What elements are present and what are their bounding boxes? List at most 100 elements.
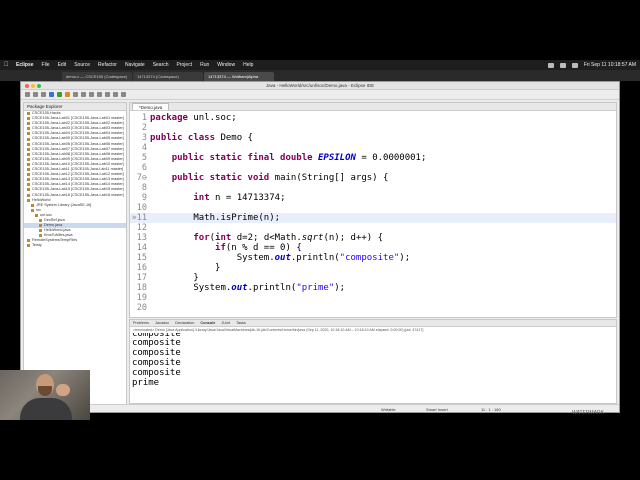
code-line[interactable]: 6 xyxy=(130,163,616,173)
line-number: 2 xyxy=(141,123,147,133)
open-type-icon[interactable] xyxy=(97,92,102,97)
project-icon xyxy=(27,239,30,243)
console-line: composite xyxy=(132,368,181,378)
code-text: Math.isPrime(n); xyxy=(150,213,280,223)
code-line[interactable]: »11 Math.isPrime(n); xyxy=(130,213,616,223)
apple-icon[interactable]:  xyxy=(4,62,10,68)
code-token: System. xyxy=(150,283,232,293)
run-icon[interactable] xyxy=(57,92,62,97)
line-number: 20 xyxy=(136,303,147,313)
tree-item[interactable]: Teisty xyxy=(24,243,126,248)
menu-help[interactable]: Help xyxy=(243,62,253,68)
code-text: if(n % d == 0) { xyxy=(150,243,302,253)
presenter-hand xyxy=(56,384,70,396)
code-line[interactable]: 20 xyxy=(130,303,616,313)
tab-tasks[interactable]: Tasks xyxy=(236,321,246,325)
project-icon xyxy=(27,193,30,197)
code-line[interactable]: 19 xyxy=(130,293,616,303)
code-line[interactable]: 16 } xyxy=(130,263,616,273)
battery-icon[interactable] xyxy=(559,62,566,68)
code-token: if xyxy=(215,243,226,253)
code-line[interactable]: 5 public static final double EPSILON = 0… xyxy=(130,153,616,163)
back-icon[interactable] xyxy=(113,92,118,97)
eclipse-window: Java - HelloWorld/src/unl/soc/Demo.java … xyxy=(20,81,620,413)
clock[interactable]: Fri Sep 11 10:18:57 AM xyxy=(584,62,636,68)
code-text: public static final double EPSILON = 0.0… xyxy=(150,153,427,163)
code-token: EPSILON xyxy=(318,153,356,163)
code-line[interactable]: 3 public class Demo { xyxy=(130,133,616,143)
project-icon xyxy=(27,244,30,248)
code-line[interactable]: 9 int n = 14713374; xyxy=(130,193,616,203)
wifi-icon[interactable] xyxy=(547,62,554,68)
project-icon xyxy=(27,137,30,141)
new-package-icon[interactable] xyxy=(81,92,86,97)
code-editor[interactable]: *Demo.java 1 package unl.soc; 2 3 public cla… xyxy=(129,102,617,318)
code-token: sqrt xyxy=(301,233,324,243)
code-line[interactable]: 12 xyxy=(130,223,616,233)
menu-edit[interactable]: Edit xyxy=(58,62,67,68)
search-icon[interactable] xyxy=(105,92,110,97)
print-icon[interactable] xyxy=(41,92,46,97)
menu-run[interactable]: Run xyxy=(200,62,209,68)
external-tools-icon[interactable] xyxy=(65,92,70,97)
new-class-icon[interactable] xyxy=(89,92,94,97)
editor-tab-demo[interactable]: *Demo.java xyxy=(132,103,170,110)
project-icon xyxy=(27,188,30,192)
code-token: out xyxy=(231,283,248,293)
project-icon xyxy=(27,127,30,131)
debug-icon[interactable] xyxy=(49,92,54,97)
project-icon xyxy=(39,234,42,238)
tab-declaration[interactable]: Declaration xyxy=(175,321,194,325)
line-number: 8 xyxy=(141,183,147,193)
project-icon xyxy=(27,152,30,156)
line-number: 19 xyxy=(136,293,147,303)
search-icon[interactable] xyxy=(571,62,578,68)
bottom-panel: Problems Javadoc Declaration Console JUn… xyxy=(129,319,617,404)
code-line[interactable]: 18 System.out.println("prime"); xyxy=(130,283,616,293)
tab-junit[interactable]: JUnit xyxy=(221,321,230,325)
code-line[interactable]: 2 xyxy=(130,123,616,133)
console-line: composite xyxy=(132,338,181,348)
console-output[interactable]: composite composite composite composite comp… xyxy=(130,333,616,388)
project-icon xyxy=(39,229,42,233)
menu-source[interactable]: Source xyxy=(74,62,90,68)
browser-tab[interactable]: 14713374 (Codespace) xyxy=(133,72,203,81)
code-text: } xyxy=(150,273,198,283)
menu-navigate[interactable]: Navigate xyxy=(125,62,145,68)
menu-file[interactable]: File xyxy=(42,62,50,68)
browser-tab-active[interactable]: 14713374 — Wolfram|Alpha xyxy=(204,72,274,81)
line-number: 10 xyxy=(136,203,147,213)
forward-icon[interactable] xyxy=(121,92,126,97)
new-java-project-icon[interactable] xyxy=(73,92,78,97)
new-icon[interactable] xyxy=(25,92,30,97)
code-line[interactable]: 1 package unl.soc; xyxy=(130,113,616,123)
project-icon xyxy=(27,112,30,116)
menu-search[interactable]: Search xyxy=(153,62,169,68)
menu-refactor[interactable]: Refactor xyxy=(98,62,117,68)
code-line[interactable]: 13 for(int d=2; d<Math.sqrt(n); d++) { xyxy=(130,233,616,243)
code-line[interactable]: 8 xyxy=(130,183,616,193)
code-line[interactable]: 14 if(n % d == 0) { xyxy=(130,243,616,253)
code-line[interactable]: 10 xyxy=(130,203,616,213)
menu-project[interactable]: Project xyxy=(177,62,193,68)
browser-tab[interactable]: demo.c — CSCE155 (Codespace) xyxy=(62,72,132,81)
tab-javadoc[interactable]: Javadoc xyxy=(155,321,169,325)
code-text: System.out.println("prime"); xyxy=(150,283,345,293)
line-number: 7⊖ xyxy=(136,173,147,183)
code-token: (n % d == 0) { xyxy=(225,243,302,253)
code-token: (n); d++) { xyxy=(323,233,384,243)
code-line[interactable]: 7⊖ public static void main(String[] args… xyxy=(130,173,616,183)
menu-eclipse[interactable]: Eclipse xyxy=(16,62,34,68)
save-icon[interactable] xyxy=(33,92,38,97)
code-token: main(String[] args) { xyxy=(269,173,389,183)
code-area[interactable]: 1 package unl.soc; 2 3 public class Demo {4 5… xyxy=(130,111,616,317)
code-line[interactable]: 4 xyxy=(130,143,616,153)
tab-problems[interactable]: Problems xyxy=(133,321,149,325)
code-line[interactable]: 17 } xyxy=(130,273,616,283)
tab-console[interactable]: Console xyxy=(200,321,215,325)
menu-window[interactable]: Window xyxy=(217,62,235,68)
code-line[interactable]: 15 System.out.println("composite"); xyxy=(130,253,616,263)
eclipse-toolbar xyxy=(21,90,619,100)
